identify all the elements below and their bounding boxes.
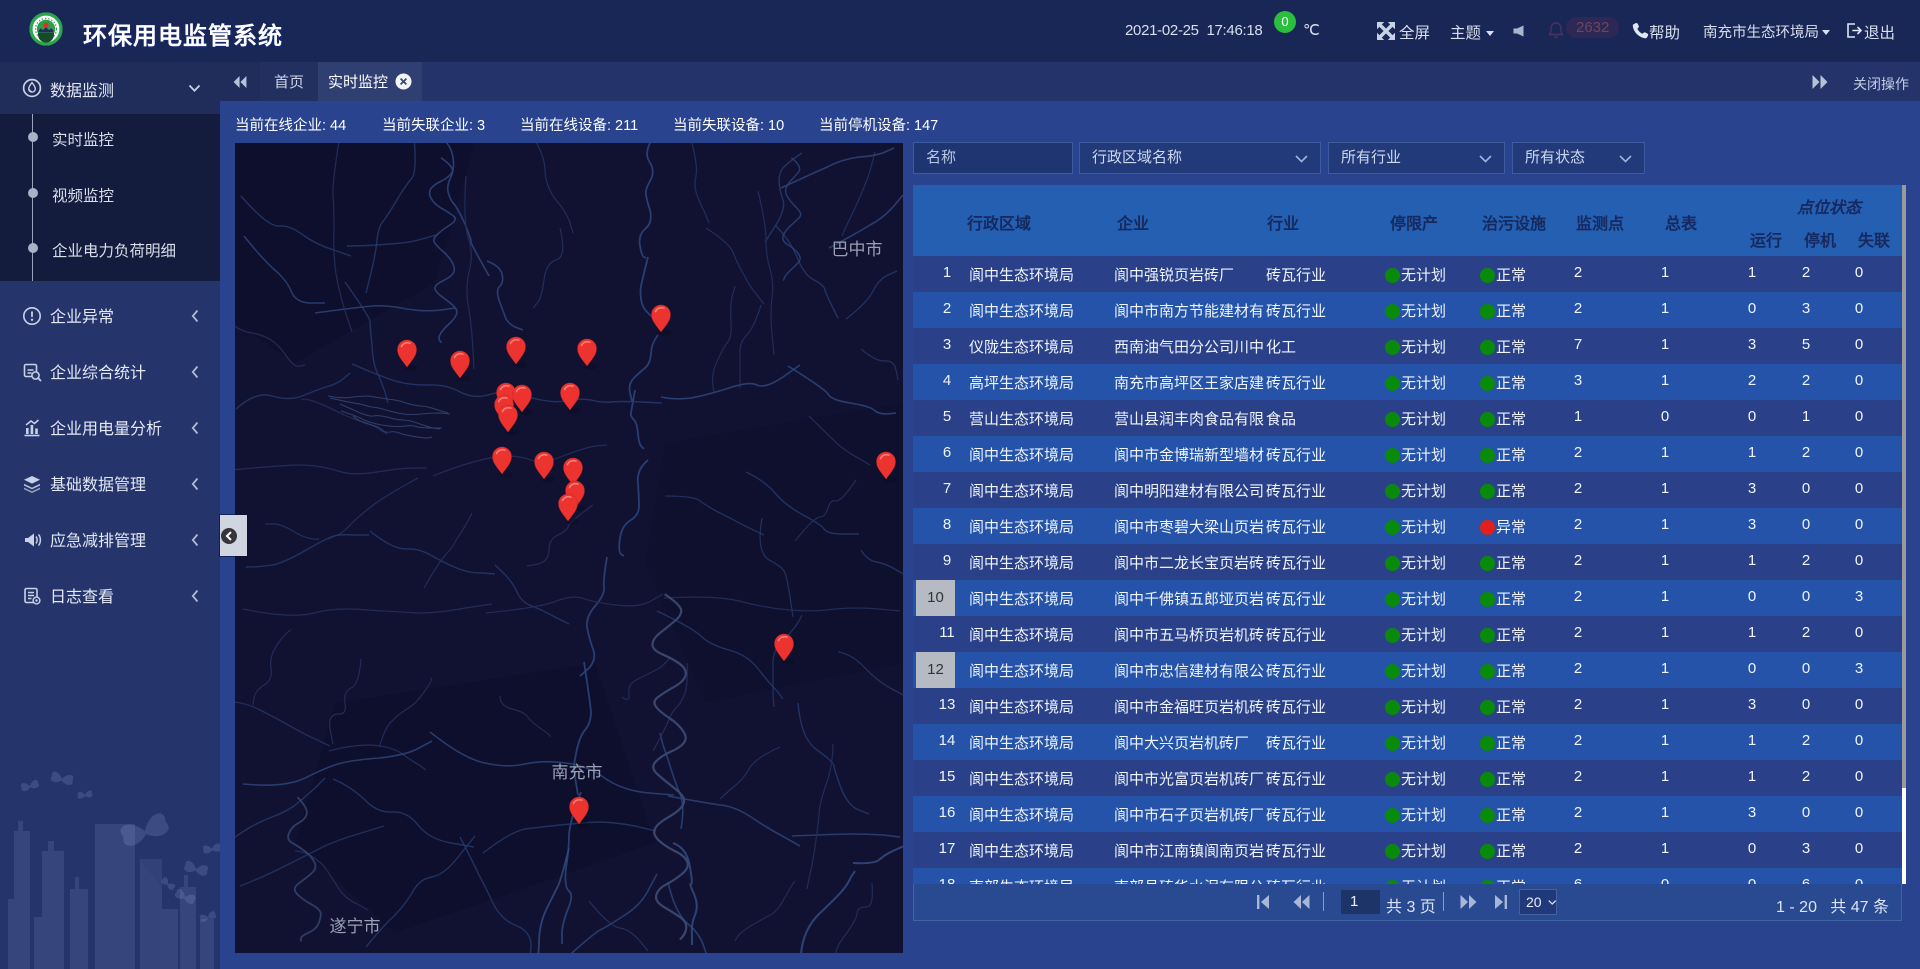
svg-text:巴中市: 巴中市 bbox=[832, 240, 883, 259]
svg-text:遂宁市: 遂宁市 bbox=[330, 917, 381, 936]
svg-text:南充市: 南充市 bbox=[552, 763, 603, 782]
